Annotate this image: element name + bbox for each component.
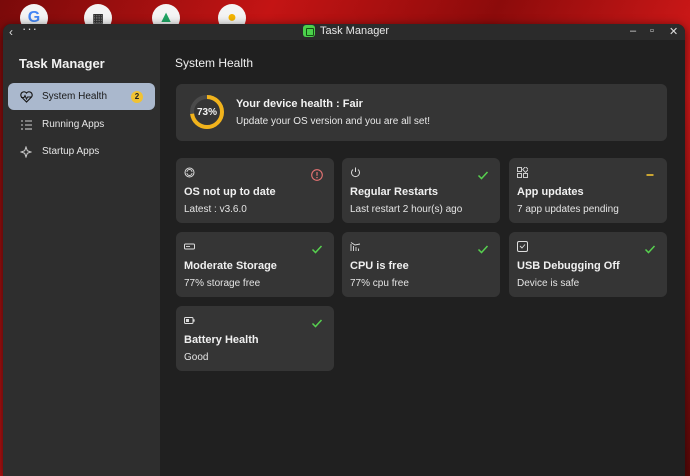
check-icon [311, 245, 323, 254]
startup-icon [19, 145, 33, 158]
sidebar-item-running-apps[interactable]: Running Apps [8, 111, 155, 138]
sidebar-item-label: System Health [42, 91, 108, 102]
check-icon [477, 245, 489, 254]
check-icon [477, 171, 489, 180]
tile-subtitle: Latest : v3.6.0 [184, 204, 247, 215]
health-subtitle: Update your OS version and you are all s… [236, 116, 430, 127]
sidebar-title: Task Manager [19, 56, 105, 71]
check-icon [644, 245, 656, 254]
health-percent: 73% [196, 106, 217, 118]
pending-dash-icon [646, 174, 654, 176]
tile-subtitle: Last restart 2 hour(s) ago [350, 204, 463, 215]
close-icon[interactable]: ✕ [669, 25, 678, 38]
sidebar-item-label: Startup Apps [42, 146, 100, 157]
battery-icon [184, 317, 195, 324]
device-health-card: 73% Your device health : Fair Update you… [176, 84, 667, 141]
sync-icon [184, 167, 195, 178]
tile-title: Battery Health [184, 334, 259, 346]
power-icon [351, 167, 360, 178]
tile-regular-restarts[interactable]: Regular Restarts Last restart 2 hour(s) … [342, 158, 500, 223]
notification-badge: 2 [131, 90, 143, 103]
minimize-icon[interactable]: – [630, 25, 636, 37]
debug-icon [517, 241, 528, 252]
list-icon [19, 119, 33, 130]
page-title: System Health [175, 56, 254, 70]
title-bar: ‹ ··· Task Manager – ▫ ✕ [3, 24, 685, 40]
sidebar-item-system-health[interactable]: System Health 2 [8, 83, 155, 110]
sidebar-item-label: Running Apps [42, 119, 105, 130]
tile-usb-debugging[interactable]: USB Debugging Off Device is safe [509, 232, 667, 297]
apps-icon [517, 167, 528, 178]
restore-icon[interactable]: ▫ [650, 25, 654, 37]
more-options-icon[interactable]: ··· [22, 24, 38, 36]
sidebar: Task Manager System Health 2 Running App… [3, 40, 160, 476]
tile-app-updates[interactable]: App updates 7 app updates pending [509, 158, 667, 223]
tile-subtitle: Good [184, 352, 209, 363]
tile-title: App updates [517, 186, 584, 198]
chart-icon [350, 242, 361, 251]
heart-pulse-icon [19, 90, 33, 103]
tile-title: OS not up to date [184, 186, 276, 198]
storage-icon [184, 243, 195, 250]
task-manager-window: ‹ ··· Task Manager – ▫ ✕ Task Manager Sy… [3, 24, 685, 476]
tile-subtitle: 77% storage free [184, 278, 261, 289]
check-icon [311, 319, 323, 328]
window-title: Task Manager [303, 25, 389, 37]
tile-title: CPU is free [350, 260, 409, 272]
tile-subtitle: 77% cpu free [350, 278, 409, 289]
tile-title: Moderate Storage [184, 260, 277, 272]
main-content: System Health 73% Your device health : F… [160, 40, 685, 476]
tile-storage[interactable]: Moderate Storage 77% storage free [176, 232, 334, 297]
window-title-text: Task Manager [320, 25, 390, 37]
tile-battery-health[interactable]: Battery Health Good [176, 306, 334, 371]
tile-title: USB Debugging Off [517, 260, 620, 272]
warning-circle-icon [311, 169, 323, 181]
back-icon[interactable]: ‹ [9, 25, 13, 39]
health-title: Your device health : Fair [236, 98, 363, 110]
tile-os-update[interactable]: OS not up to date Latest : v3.6.0 [176, 158, 334, 223]
sidebar-item-startup-apps[interactable]: Startup Apps [8, 138, 155, 165]
tile-title: Regular Restarts [350, 186, 439, 198]
task-manager-logo-icon [303, 25, 315, 37]
tile-subtitle: 7 app updates pending [517, 204, 619, 215]
tile-subtitle: Device is safe [517, 278, 580, 289]
tile-cpu[interactable]: CPU is free 77% cpu free [342, 232, 500, 297]
